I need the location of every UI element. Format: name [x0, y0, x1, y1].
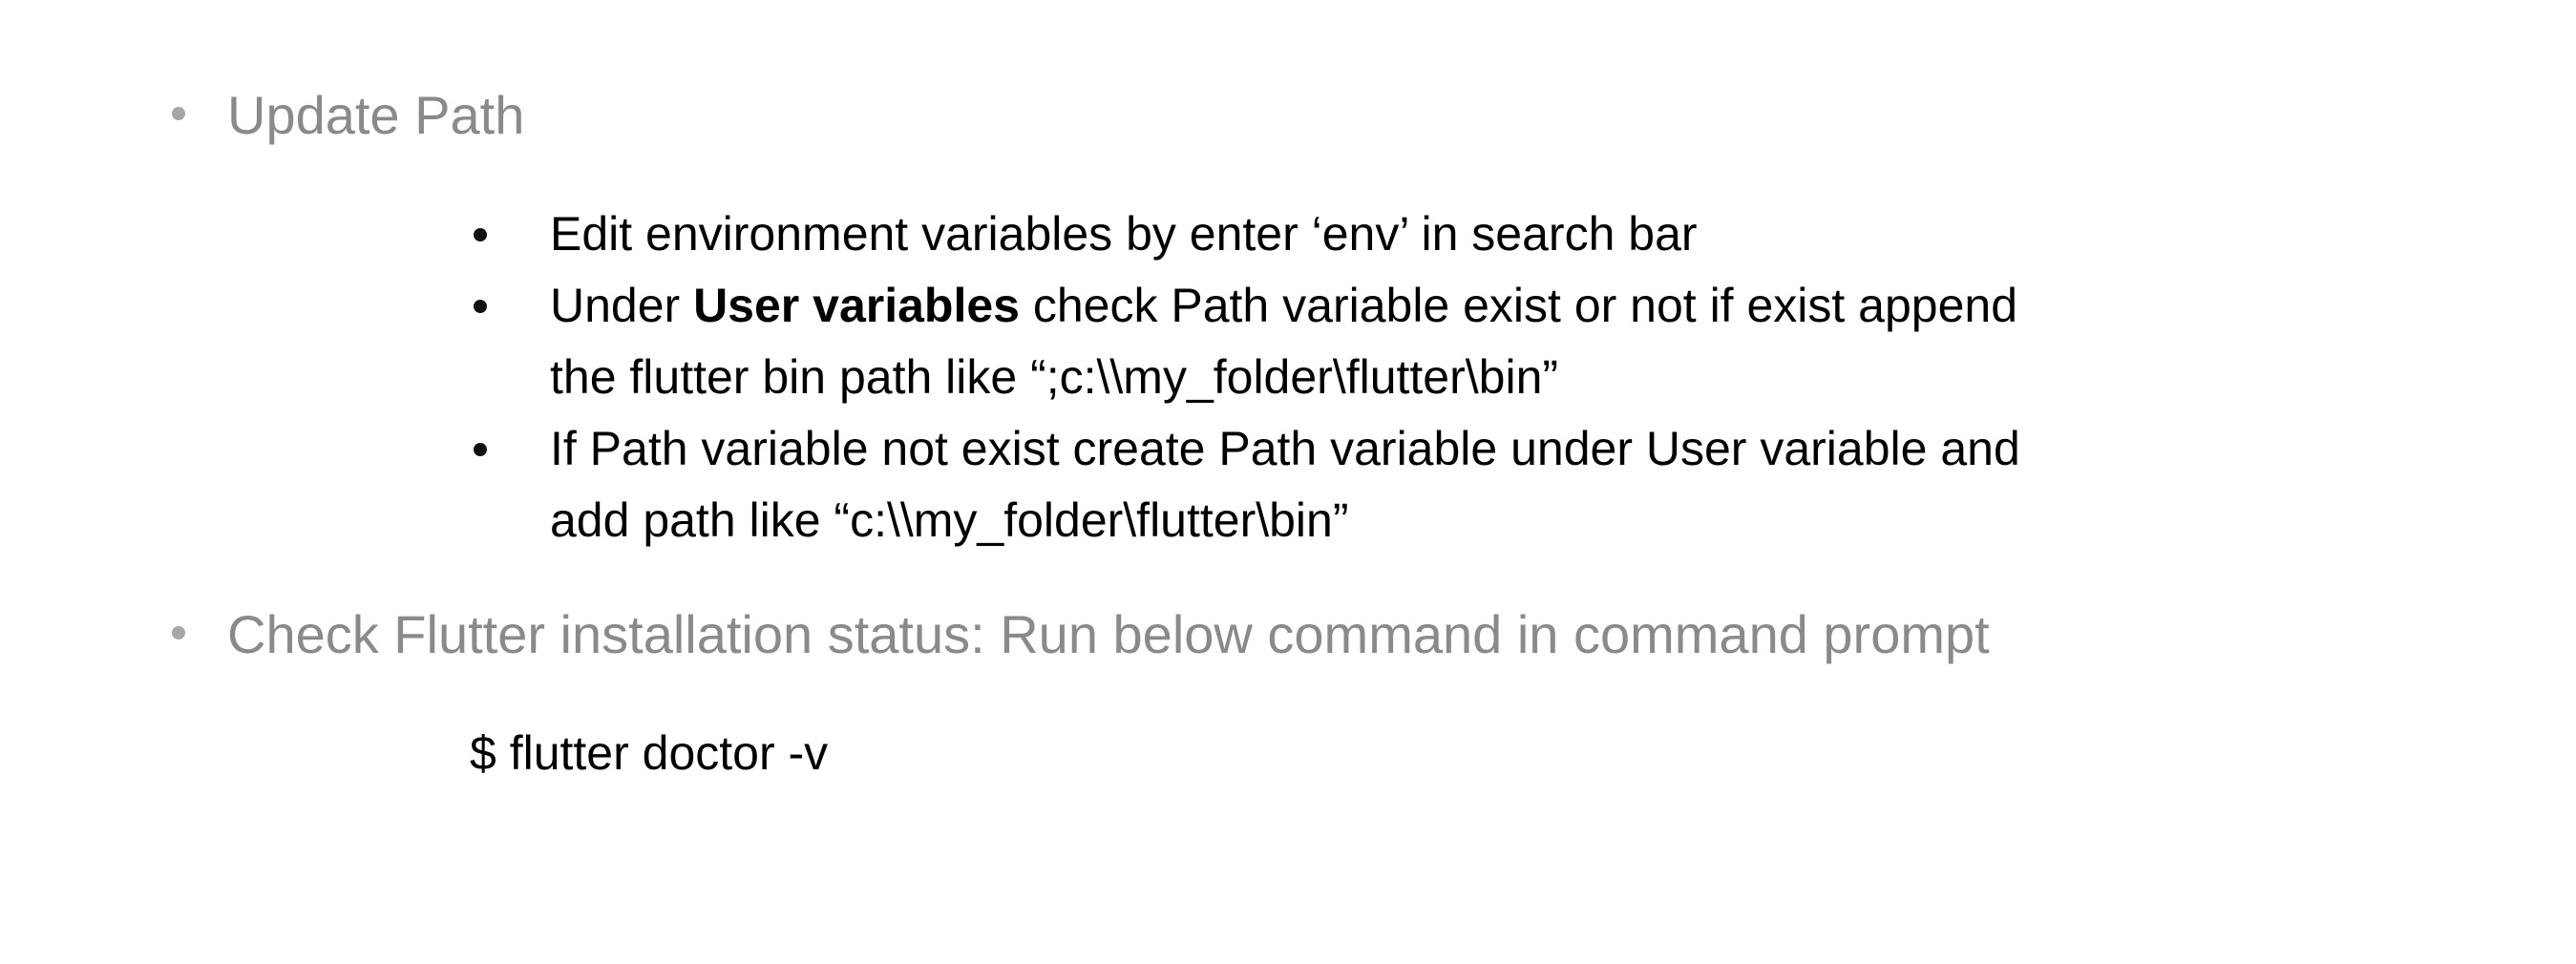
bullet-dot [172, 107, 185, 120]
bullet-text: Update Path [227, 85, 525, 145]
step-text: If Path variable not exist create Path v… [550, 422, 2020, 547]
sub-bullet-dot [474, 228, 487, 241]
step-user-variables: Under User variables check Path variable… [470, 270, 2093, 413]
command-line: $ flutter doctor -v [470, 726, 829, 780]
step-text-prefix: Under [550, 279, 694, 332]
step-text: Edit environment variables by enter ‘env… [550, 207, 1698, 261]
bullet-dot [172, 626, 185, 639]
bullet-update-path: Update Path [172, 84, 524, 146]
bullet-check-flutter: Check Flutter installation status: Run b… [172, 603, 1990, 665]
sub-bullet-dot [474, 443, 487, 456]
step-text-bold: User variables [693, 279, 1020, 332]
slide: Update Path Edit environment variables b… [0, 0, 2576, 964]
step-edit-env: Edit environment variables by enter ‘env… [470, 199, 2093, 270]
update-path-steps: Edit environment variables by enter ‘env… [470, 199, 2093, 556]
step-create-path: If Path variable not exist create Path v… [470, 413, 2093, 556]
bullet-text: Check Flutter installation status: Run b… [227, 604, 1990, 664]
sub-bullet-dot [474, 300, 487, 313]
